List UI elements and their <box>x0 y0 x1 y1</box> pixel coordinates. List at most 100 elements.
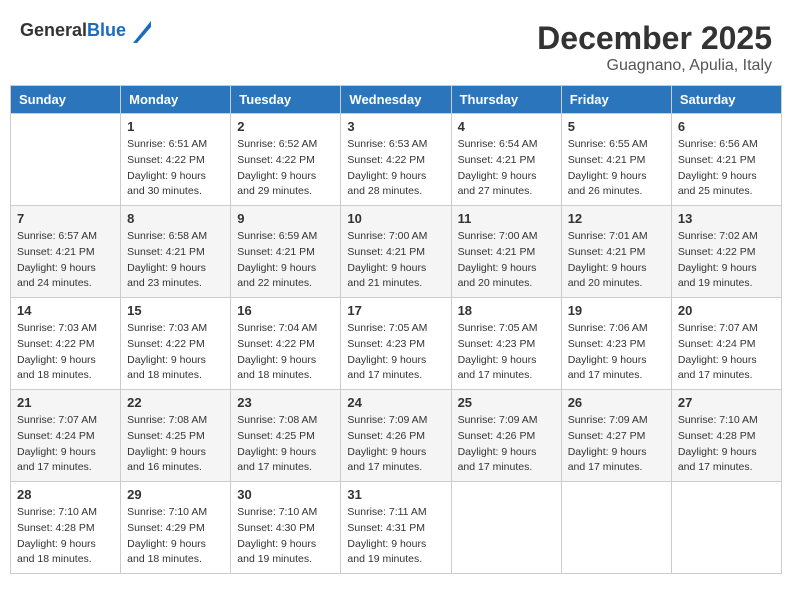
day-number: 21 <box>17 395 114 410</box>
calendar-cell: 10 Sunrise: 7:00 AMSunset: 4:21 PMDaylig… <box>341 206 451 298</box>
calendar-cell: 3 Sunrise: 6:53 AMSunset: 4:22 PMDayligh… <box>341 114 451 206</box>
day-info: Sunrise: 7:09 AMSunset: 4:26 PMDaylight:… <box>458 413 555 476</box>
day-info: Sunrise: 7:08 AMSunset: 4:25 PMDaylight:… <box>237 413 334 476</box>
day-info: Sunrise: 7:06 AMSunset: 4:23 PMDaylight:… <box>568 321 665 384</box>
weekday-header-monday: Monday <box>121 86 231 114</box>
day-info: Sunrise: 7:11 AMSunset: 4:31 PMDaylight:… <box>347 505 444 568</box>
day-number: 17 <box>347 303 444 318</box>
day-info: Sunrise: 7:09 AMSunset: 4:26 PMDaylight:… <box>347 413 444 476</box>
calendar-cell: 31 Sunrise: 7:11 AMSunset: 4:31 PMDaylig… <box>341 482 451 574</box>
calendar-cell: 20 Sunrise: 7:07 AMSunset: 4:24 PMDaylig… <box>671 298 781 390</box>
calendar-cell: 23 Sunrise: 7:08 AMSunset: 4:25 PMDaylig… <box>231 390 341 482</box>
day-info: Sunrise: 7:10 AMSunset: 4:30 PMDaylight:… <box>237 505 334 568</box>
day-number: 27 <box>678 395 775 410</box>
calendar-cell: 22 Sunrise: 7:08 AMSunset: 4:25 PMDaylig… <box>121 390 231 482</box>
calendar-cell: 2 Sunrise: 6:52 AMSunset: 4:22 PMDayligh… <box>231 114 341 206</box>
calendar-cell <box>561 482 671 574</box>
day-number: 23 <box>237 395 334 410</box>
day-info: Sunrise: 7:03 AMSunset: 4:22 PMDaylight:… <box>127 321 224 384</box>
calendar-week-row: 21 Sunrise: 7:07 AMSunset: 4:24 PMDaylig… <box>11 390 782 482</box>
calendar-cell: 28 Sunrise: 7:10 AMSunset: 4:28 PMDaylig… <box>11 482 121 574</box>
calendar-cell: 27 Sunrise: 7:10 AMSunset: 4:28 PMDaylig… <box>671 390 781 482</box>
calendar-cell: 25 Sunrise: 7:09 AMSunset: 4:26 PMDaylig… <box>451 390 561 482</box>
day-number: 9 <box>237 211 334 226</box>
calendar-cell: 7 Sunrise: 6:57 AMSunset: 4:21 PMDayligh… <box>11 206 121 298</box>
calendar-cell: 18 Sunrise: 7:05 AMSunset: 4:23 PMDaylig… <box>451 298 561 390</box>
weekday-header-saturday: Saturday <box>671 86 781 114</box>
weekday-header-row: SundayMondayTuesdayWednesdayThursdayFrid… <box>11 86 782 114</box>
calendar-cell: 4 Sunrise: 6:54 AMSunset: 4:21 PMDayligh… <box>451 114 561 206</box>
day-number: 18 <box>458 303 555 318</box>
day-number: 25 <box>458 395 555 410</box>
day-number: 28 <box>17 487 114 502</box>
weekday-header-sunday: Sunday <box>11 86 121 114</box>
day-number: 26 <box>568 395 665 410</box>
day-info: Sunrise: 7:10 AMSunset: 4:28 PMDaylight:… <box>17 505 114 568</box>
day-info: Sunrise: 7:01 AMSunset: 4:21 PMDaylight:… <box>568 229 665 292</box>
calendar-cell: 1 Sunrise: 6:51 AMSunset: 4:22 PMDayligh… <box>121 114 231 206</box>
day-number: 14 <box>17 303 114 318</box>
calendar-week-row: 1 Sunrise: 6:51 AMSunset: 4:22 PMDayligh… <box>11 114 782 206</box>
logo: GeneralBlue <box>20 20 151 43</box>
weekday-header-friday: Friday <box>561 86 671 114</box>
weekday-header-thursday: Thursday <box>451 86 561 114</box>
day-info: Sunrise: 7:04 AMSunset: 4:22 PMDaylight:… <box>237 321 334 384</box>
day-number: 30 <box>237 487 334 502</box>
day-number: 22 <box>127 395 224 410</box>
day-number: 7 <box>17 211 114 226</box>
day-info: Sunrise: 7:09 AMSunset: 4:27 PMDaylight:… <box>568 413 665 476</box>
day-info: Sunrise: 7:02 AMSunset: 4:22 PMDaylight:… <box>678 229 775 292</box>
weekday-header-wednesday: Wednesday <box>341 86 451 114</box>
calendar-week-row: 7 Sunrise: 6:57 AMSunset: 4:21 PMDayligh… <box>11 206 782 298</box>
page-header: GeneralBlue December 2025 Guagnano, Apul… <box>10 10 782 80</box>
calendar-cell: 12 Sunrise: 7:01 AMSunset: 4:21 PMDaylig… <box>561 206 671 298</box>
calendar-week-row: 14 Sunrise: 7:03 AMSunset: 4:22 PMDaylig… <box>11 298 782 390</box>
calendar-cell: 16 Sunrise: 7:04 AMSunset: 4:22 PMDaylig… <box>231 298 341 390</box>
day-number: 8 <box>127 211 224 226</box>
day-number: 12 <box>568 211 665 226</box>
calendar-cell: 9 Sunrise: 6:59 AMSunset: 4:21 PMDayligh… <box>231 206 341 298</box>
day-number: 15 <box>127 303 224 318</box>
day-number: 16 <box>237 303 334 318</box>
day-number: 19 <box>568 303 665 318</box>
day-info: Sunrise: 7:08 AMSunset: 4:25 PMDaylight:… <box>127 413 224 476</box>
calendar-cell: 8 Sunrise: 6:58 AMSunset: 4:21 PMDayligh… <box>121 206 231 298</box>
calendar-cell: 26 Sunrise: 7:09 AMSunset: 4:27 PMDaylig… <box>561 390 671 482</box>
calendar-cell: 11 Sunrise: 7:00 AMSunset: 4:21 PMDaylig… <box>451 206 561 298</box>
day-info: Sunrise: 6:58 AMSunset: 4:21 PMDaylight:… <box>127 229 224 292</box>
weekday-header-tuesday: Tuesday <box>231 86 341 114</box>
day-info: Sunrise: 6:54 AMSunset: 4:21 PMDaylight:… <box>458 137 555 200</box>
logo-general-text: General <box>20 20 87 40</box>
day-info: Sunrise: 7:07 AMSunset: 4:24 PMDaylight:… <box>17 413 114 476</box>
calendar-cell: 24 Sunrise: 7:09 AMSunset: 4:26 PMDaylig… <box>341 390 451 482</box>
calendar-cell: 19 Sunrise: 7:06 AMSunset: 4:23 PMDaylig… <box>561 298 671 390</box>
calendar-table: SundayMondayTuesdayWednesdayThursdayFrid… <box>10 85 782 574</box>
day-number: 20 <box>678 303 775 318</box>
day-info: Sunrise: 6:53 AMSunset: 4:22 PMDaylight:… <box>347 137 444 200</box>
day-info: Sunrise: 6:52 AMSunset: 4:22 PMDaylight:… <box>237 137 334 200</box>
calendar-cell: 21 Sunrise: 7:07 AMSunset: 4:24 PMDaylig… <box>11 390 121 482</box>
day-number: 5 <box>568 119 665 134</box>
calendar-cell: 14 Sunrise: 7:03 AMSunset: 4:22 PMDaylig… <box>11 298 121 390</box>
calendar-cell <box>671 482 781 574</box>
day-info: Sunrise: 7:10 AMSunset: 4:28 PMDaylight:… <box>678 413 775 476</box>
day-info: Sunrise: 7:05 AMSunset: 4:23 PMDaylight:… <box>347 321 444 384</box>
day-info: Sunrise: 6:51 AMSunset: 4:22 PMDaylight:… <box>127 137 224 200</box>
month-title: December 2025 <box>537 20 772 57</box>
calendar-cell <box>451 482 561 574</box>
day-number: 6 <box>678 119 775 134</box>
calendar-cell: 6 Sunrise: 6:56 AMSunset: 4:21 PMDayligh… <box>671 114 781 206</box>
day-info: Sunrise: 7:00 AMSunset: 4:21 PMDaylight:… <box>347 229 444 292</box>
calendar-cell: 5 Sunrise: 6:55 AMSunset: 4:21 PMDayligh… <box>561 114 671 206</box>
calendar-cell: 30 Sunrise: 7:10 AMSunset: 4:30 PMDaylig… <box>231 482 341 574</box>
logo-icon <box>133 21 151 43</box>
day-number: 1 <box>127 119 224 134</box>
day-number: 4 <box>458 119 555 134</box>
day-info: Sunrise: 6:55 AMSunset: 4:21 PMDaylight:… <box>568 137 665 200</box>
day-number: 2 <box>237 119 334 134</box>
calendar-week-row: 28 Sunrise: 7:10 AMSunset: 4:28 PMDaylig… <box>11 482 782 574</box>
title-area: December 2025 Guagnano, Apulia, Italy <box>537 20 772 75</box>
day-number: 3 <box>347 119 444 134</box>
day-info: Sunrise: 7:00 AMSunset: 4:21 PMDaylight:… <box>458 229 555 292</box>
day-number: 13 <box>678 211 775 226</box>
